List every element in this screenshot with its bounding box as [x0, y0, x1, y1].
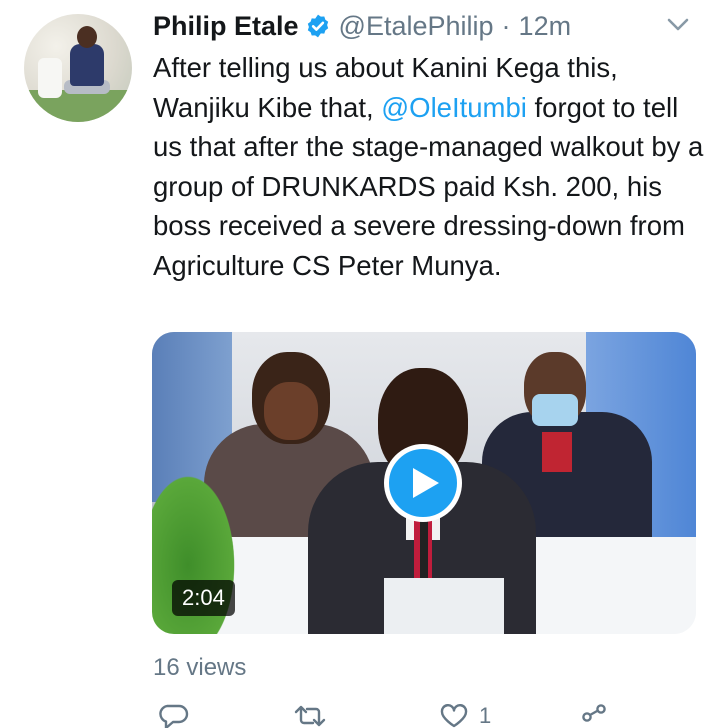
- share-icon: [582, 704, 606, 722]
- video-clergy-shirt: [542, 432, 572, 472]
- video-paper: [384, 578, 504, 634]
- avatar[interactable]: [24, 14, 132, 122]
- tweet-timestamp[interactable]: 12m: [519, 11, 572, 42]
- like-count: 1: [479, 703, 492, 728]
- avatar-chair: [38, 58, 62, 98]
- tweet-text: After telling us about Kanini Kega this,…: [153, 48, 713, 286]
- reply-button[interactable]: [157, 704, 189, 728]
- mention-link[interactable]: @OleItumbi: [381, 92, 527, 123]
- play-icon: [413, 468, 439, 498]
- avatar-figure-body: [70, 44, 104, 86]
- chevron-down-icon[interactable]: [664, 14, 692, 36]
- view-count: 16 views: [153, 654, 247, 681]
- tweet: Philip Etale @EtalePhilip · 12m After te…: [0, 0, 720, 728]
- verified-badge-icon: [307, 14, 328, 38]
- reply-icon: [159, 704, 189, 728]
- avatar-figure-head: [77, 26, 97, 48]
- heart-icon: [440, 704, 468, 728]
- like-button[interactable]: 1: [439, 704, 491, 728]
- video-duration: 2:04: [172, 580, 235, 616]
- author-name[interactable]: Philip Etale: [153, 11, 299, 42]
- video-face-mask: [532, 394, 578, 426]
- tweet-header: Philip Etale @EtalePhilip · 12m: [153, 6, 571, 46]
- share-button[interactable]: [579, 704, 609, 728]
- retweet-button[interactable]: [293, 704, 327, 728]
- action-bar: 1: [153, 704, 713, 728]
- header-separator: ·: [501, 10, 511, 41]
- video-person-woman-face: [264, 382, 318, 440]
- play-button[interactable]: [384, 444, 462, 522]
- author-handle[interactable]: @EtalePhilip: [339, 11, 494, 42]
- retweet-icon: [294, 705, 326, 727]
